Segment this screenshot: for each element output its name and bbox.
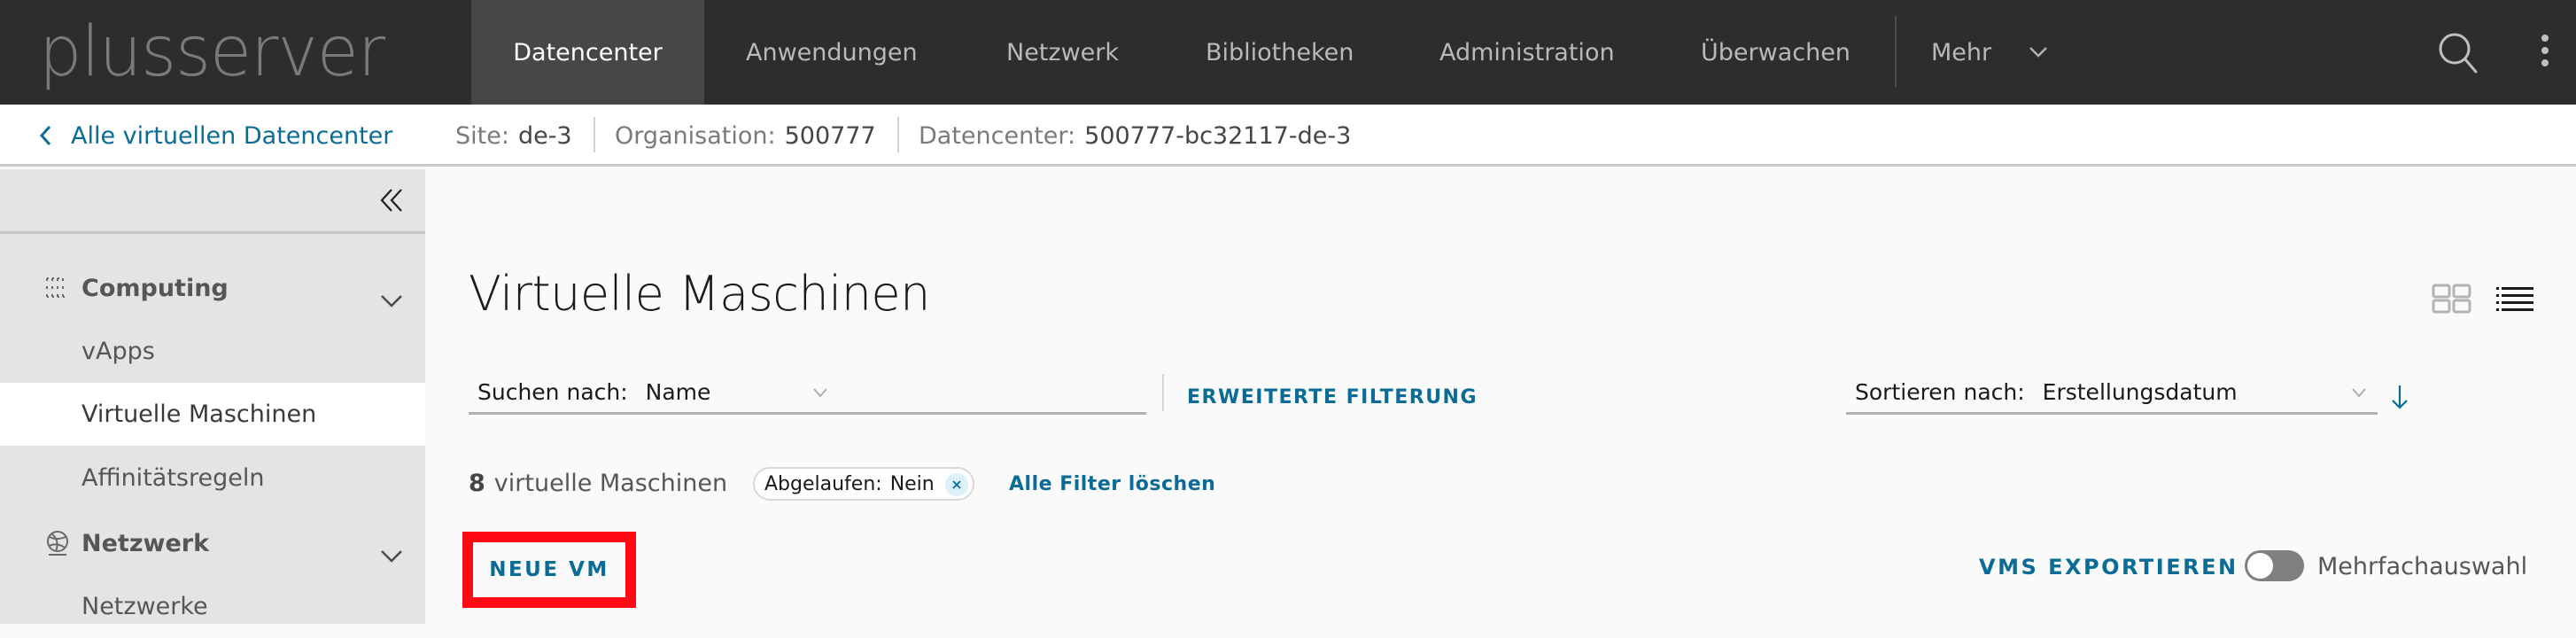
context-site-value: de-3 (517, 121, 572, 150)
back-link-label: Alle virtuellen Datencenter (71, 121, 393, 150)
back-to-datacenters-link[interactable]: Alle virtuellen Datencenter (39, 105, 392, 167)
multi-select-label[interactable]: Mehrfachauswahl (2317, 549, 2527, 583)
nav-tab-ueberwachen[interactable]: Überwachen (1701, 0, 1851, 105)
filter-chip-label: Abgelaufen: (764, 472, 882, 495)
filter-divider (1162, 374, 1164, 411)
sort-descending-arrow-icon[interactable] (2390, 384, 2409, 410)
context-organisation: Organisation: 500777 (615, 105, 876, 167)
close-icon[interactable] (945, 473, 968, 496)
top-navigation-bar: plusserver Datencenter Anwendungen Netzw… (0, 0, 2576, 105)
context-datacenter-label: Datencenter: (919, 121, 1076, 150)
sort-by-label: Sortieren nach: (1855, 379, 2025, 405)
sidebar-item-netzwerke[interactable]: Netzwerke (0, 575, 425, 638)
context-datacenter-value: 500777-bc32117-de-3 (1084, 121, 1352, 150)
advanced-filter-button[interactable]: ERWEITERTE FILTERUNG (1187, 379, 1478, 415)
network-globe-icon (47, 531, 68, 556)
sort-by-select[interactable]: Sortieren nach: Erstellungsdatum (1846, 372, 2378, 415)
multi-select-toggle[interactable] (2245, 550, 2304, 581)
chevron-down-icon (2352, 388, 2366, 398)
grid-view-icon[interactable] (2432, 284, 2472, 314)
sidebar-group-netzwerk[interactable]: Netzwerk (0, 517, 425, 570)
sidebar-item-virtuelle-maschinen[interactable]: Virtuelle Maschinen (0, 383, 425, 446)
nav-tab-bibliotheken[interactable]: Bibliotheken (1206, 0, 1354, 105)
vm-count: 8 virtuelle Maschinen (469, 465, 727, 501)
search-by-select[interactable]: Suchen nach: Name (469, 372, 1146, 415)
nav-tab-netzwerk[interactable]: Netzwerk (1006, 0, 1119, 105)
context-datacenter: Datencenter: 500777-bc32117-de-3 (919, 105, 1351, 167)
sidebar-group-computing[interactable]: Computing (0, 261, 425, 315)
context-site: Site: de-3 (455, 105, 572, 167)
double-chevron-left-icon[interactable] (379, 187, 411, 214)
context-organisation-value: 500777 (784, 121, 876, 150)
search-icon[interactable] (2434, 30, 2484, 76)
vm-count-text: virtuelle Maschinen (493, 469, 728, 497)
sidebar-item-affinitaetsregeln[interactable]: Affinitätsregeln (0, 447, 425, 510)
nav-divider (1895, 16, 1897, 87)
chevron-left-icon (39, 125, 51, 146)
chevron-down-icon (813, 388, 827, 398)
sidebar-divider (0, 231, 425, 234)
sidebar-group-label: Computing (81, 274, 229, 302)
context-divider (594, 117, 595, 152)
sort-by-value: Erstellungsdatum (2042, 379, 2238, 405)
search-by-value: Name (645, 379, 711, 405)
nav-tab-datencenter[interactable]: Datencenter (471, 0, 704, 105)
plusserver-logo[interactable]: plusserver (39, 12, 385, 92)
filter-chip-abgelaufen: Abgelaufen: Nein (753, 467, 974, 501)
search-by-label: Suchen nach: (477, 379, 628, 405)
nav-tab-anwendungen[interactable]: Anwendungen (746, 0, 918, 105)
context-site-label: Site: (455, 121, 509, 150)
chevron-down-icon (2029, 47, 2048, 58)
nav-more-menu[interactable]: Mehr (1931, 0, 2048, 105)
nav-tab-administration[interactable]: Administration (1439, 0, 1615, 105)
filter-chip-value: Nein (889, 472, 935, 495)
list-view-icon[interactable] (2495, 285, 2534, 312)
toggle-knob (2247, 553, 2273, 579)
computing-grid-icon (46, 277, 65, 298)
sidebar-group-label: Netzwerk (81, 529, 210, 557)
vm-count-number: 8 (469, 469, 485, 497)
context-bar: Alle virtuellen Datencenter Site: de-3 O… (0, 105, 2576, 167)
sidebar: Computing vApps Virtuelle Maschinen Affi… (0, 169, 425, 624)
sidebar-item-vapps[interactable]: vApps (0, 320, 425, 383)
new-vm-button[interactable]: NEUE VM (473, 542, 625, 597)
chevron-down-icon (381, 550, 402, 563)
context-organisation-label: Organisation: (615, 121, 776, 150)
page-title: Virtuelle Maschinen (469, 266, 930, 322)
context-divider (897, 117, 899, 152)
clear-all-filters-link[interactable]: Alle Filter löschen (1009, 467, 1215, 501)
nav-more-label: Mehr (1931, 38, 1992, 66)
chevron-down-icon (381, 295, 402, 307)
more-vertical-icon[interactable] (2535, 32, 2555, 71)
export-vms-button[interactable]: VMS EXPORTIEREN (1979, 549, 2238, 585)
